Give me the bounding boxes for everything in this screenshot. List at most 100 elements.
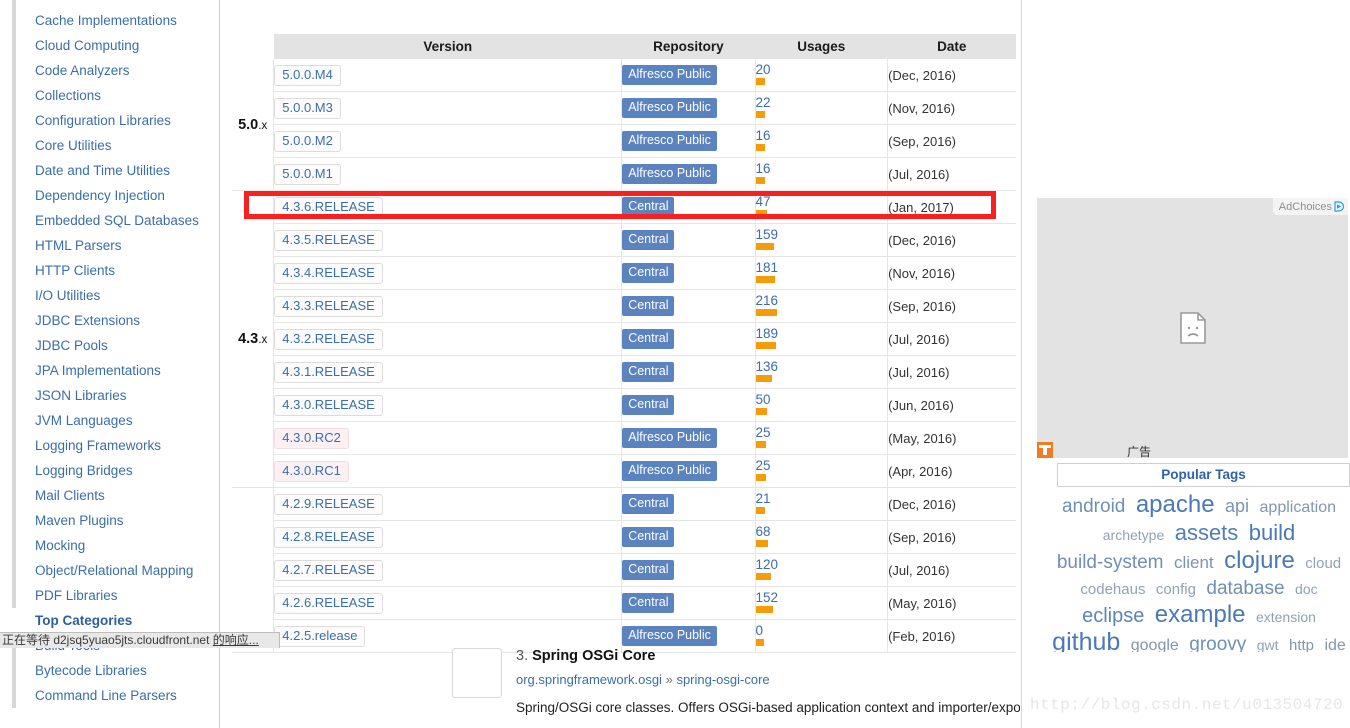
sidebar-item-mail-clients[interactable]: Mail Clients <box>12 483 219 508</box>
repository-badge[interactable]: Central <box>622 263 675 283</box>
result-group-id-link[interactable]: org.springframework.osgi <box>516 672 662 687</box>
sidebar-item-command-line-parsers[interactable]: Command Line Parsers <box>12 683 219 708</box>
sidebar-item-mocking[interactable]: Mocking <box>12 533 219 558</box>
tag-clojure[interactable]: clojure <box>1224 547 1295 574</box>
sidebar-item-logging-bridges[interactable]: Logging Bridges <box>12 458 219 483</box>
tag-android[interactable]: android <box>1062 496 1125 517</box>
version-link[interactable]: 4.3.6.RELEASE <box>274 196 383 218</box>
sidebar-item-configuration-libraries[interactable]: Configuration Libraries <box>12 108 219 133</box>
usage-count-link[interactable]: 136 <box>756 359 888 374</box>
repository-badge[interactable]: Alfresco Public <box>622 65 717 85</box>
repository-badge[interactable]: Alfresco Public <box>622 461 717 481</box>
usage-count-link[interactable]: 21 <box>756 491 888 506</box>
usage-count-link[interactable]: 20 <box>756 62 888 77</box>
repository-badge[interactable]: Central <box>622 296 675 316</box>
usage-count-link[interactable]: 25 <box>756 425 888 440</box>
usage-count-link[interactable]: 47 <box>756 194 888 209</box>
usage-count-link[interactable]: 22 <box>756 95 888 110</box>
category-sidebar[interactable]: Command Line Parsers Cache Implementatio… <box>0 0 220 728</box>
version-link[interactable]: 4.2.9.RELEASE <box>274 493 383 515</box>
usage-count-link[interactable]: 0 <box>756 623 888 638</box>
usage-count-link[interactable]: 159 <box>756 227 888 242</box>
version-link[interactable]: 4.3.0.RC2 <box>274 427 349 449</box>
tag-ide[interactable]: ide <box>1324 637 1345 652</box>
repository-badge[interactable]: Alfresco Public <box>622 131 717 151</box>
version-link[interactable]: 5.0.0.M3 <box>274 97 341 119</box>
version-link[interactable]: 5.0.0.M1 <box>274 163 341 185</box>
tag-build[interactable]: build <box>1249 520 1295 545</box>
sidebar-item-bytecode-libraries[interactable]: Bytecode Libraries <box>12 658 219 683</box>
version-link[interactable]: 4.2.8.RELEASE <box>274 526 383 548</box>
repository-badge[interactable]: Central <box>622 560 675 580</box>
sidebar-item-cache-implementations[interactable]: Cache Implementations <box>12 8 219 33</box>
tag-gwt[interactable]: gwt <box>1257 637 1279 652</box>
tag-http[interactable]: http <box>1289 637 1314 652</box>
sidebar-item-jvm-languages[interactable]: JVM Languages <box>12 408 219 433</box>
tag-cloud[interactable]: cloud <box>1305 555 1341 572</box>
popular-tags-header[interactable]: Popular Tags <box>1057 463 1350 487</box>
version-link[interactable]: 4.3.0.RC1 <box>274 460 349 482</box>
version-link[interactable]: 4.2.7.RELEASE <box>274 559 383 581</box>
adchoices-badge[interactable]: AdChoices <box>1272 198 1348 215</box>
repository-badge[interactable]: Central <box>622 593 675 613</box>
version-link[interactable]: 4.3.0.RELEASE <box>274 394 383 416</box>
sidebar-item-core-utilities[interactable]: Core Utilities <box>12 133 219 158</box>
repository-badge[interactable]: Central <box>622 230 675 250</box>
sidebar-item-json-libraries[interactable]: JSON Libraries <box>12 383 219 408</box>
result-name-link[interactable]: Spring OSGi Core <box>532 648 655 664</box>
usage-count-link[interactable]: 189 <box>756 326 888 341</box>
sidebar-item-partial[interactable]: Command Line Parsers <box>12 0 219 8</box>
tag-application[interactable]: application <box>1260 499 1337 516</box>
sidebar-item-code-analyzers[interactable]: Code Analyzers <box>12 58 219 83</box>
version-link[interactable]: 5.0.0.M4 <box>274 64 341 86</box>
tag-github[interactable]: github <box>1052 628 1120 653</box>
tag-api[interactable]: api <box>1225 496 1249 516</box>
tag-google[interactable]: google <box>1131 637 1179 652</box>
version-link[interactable]: 4.3.4.RELEASE <box>274 262 383 284</box>
version-link[interactable]: 4.3.5.RELEASE <box>274 229 383 251</box>
version-link[interactable]: 4.2.5.release <box>274 625 366 647</box>
tag-example[interactable]: example <box>1155 601 1246 628</box>
result-artifact-id-link[interactable]: spring-osgi-core <box>676 672 769 687</box>
usage-count-link[interactable]: 16 <box>756 128 888 143</box>
sidebar-item-collections[interactable]: Collections <box>12 83 219 108</box>
advertisement-box[interactable]: AdChoices 广告 <box>1037 198 1348 458</box>
tag-assets[interactable]: assets <box>1175 520 1239 545</box>
usage-count-link[interactable]: 152 <box>756 590 888 605</box>
usage-count-link[interactable]: 120 <box>756 557 888 572</box>
repository-badge[interactable]: Central <box>622 329 675 349</box>
repository-badge[interactable]: Alfresco Public <box>622 98 717 118</box>
sidebar-item-jdbc-extensions[interactable]: JDBC Extensions <box>12 308 219 333</box>
tag-doc[interactable]: doc <box>1295 581 1318 597</box>
tag-groovy[interactable]: groovy <box>1189 634 1246 652</box>
usage-count-link[interactable]: 181 <box>756 260 888 275</box>
usage-count-link[interactable]: 25 <box>756 458 888 473</box>
repository-badge[interactable]: Central <box>622 362 675 382</box>
sidebar-item-pdf-libraries[interactable]: PDF Libraries <box>12 583 219 608</box>
tag-client[interactable]: client <box>1174 553 1214 572</box>
repository-badge[interactable]: Alfresco Public <box>622 626 717 646</box>
usage-count-link[interactable]: 16 <box>756 161 888 176</box>
sidebar-item-object-relational-mapping[interactable]: Object/Relational Mapping <box>12 558 219 583</box>
usage-count-link[interactable]: 68 <box>756 524 888 539</box>
repository-badge[interactable]: Alfresco Public <box>622 428 717 448</box>
usage-count-link[interactable]: 216 <box>756 293 888 308</box>
repository-badge[interactable]: Central <box>622 395 675 415</box>
sidebar-item-i-o-utilities[interactable]: I/O Utilities <box>12 283 219 308</box>
sidebar-item-dependency-injection[interactable]: Dependency Injection <box>12 183 219 208</box>
usage-count-link[interactable]: 50 <box>756 392 888 407</box>
sidebar-item-http-clients[interactable]: HTTP Clients <box>12 258 219 283</box>
version-link[interactable]: 4.2.6.RELEASE <box>274 592 383 614</box>
repository-badge[interactable]: Alfresco Public <box>622 164 717 184</box>
tag-archetype[interactable]: archetype <box>1103 527 1164 543</box>
version-link[interactable]: 5.0.0.M2 <box>274 130 341 152</box>
tag-codehaus[interactable]: codehaus <box>1080 581 1145 598</box>
sidebar-item-embedded-sql-databases[interactable]: Embedded SQL Databases <box>12 208 219 233</box>
tag-database[interactable]: database <box>1206 578 1284 599</box>
repository-badge[interactable]: Central <box>622 527 675 547</box>
version-link[interactable]: 4.3.2.RELEASE <box>274 328 383 350</box>
tag-extension[interactable]: extension <box>1256 609 1316 625</box>
sidebar-item-html-parsers[interactable]: HTML Parsers <box>12 233 219 258</box>
tag-config[interactable]: config <box>1156 581 1196 598</box>
sidebar-item-jpa-implementations[interactable]: JPA Implementations <box>12 358 219 383</box>
